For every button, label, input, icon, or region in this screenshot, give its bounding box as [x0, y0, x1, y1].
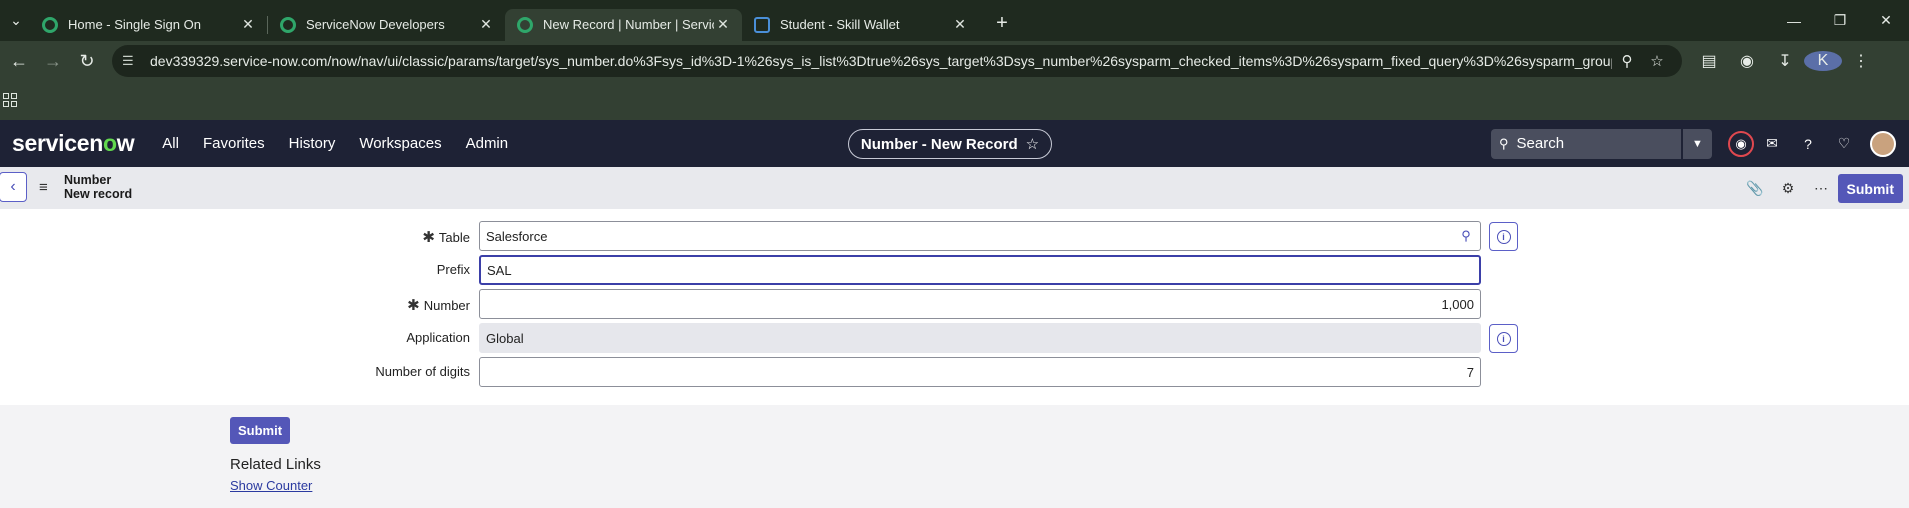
forward-arrow-icon[interactable]: →: [38, 46, 68, 76]
globe-scope-icon[interactable]: ◉: [1728, 130, 1754, 157]
help-icon[interactable]: ?: [1790, 136, 1826, 152]
nav-workspaces[interactable]: Workspaces: [359, 135, 441, 152]
form-title: Number New record: [64, 173, 132, 201]
related-links-heading: Related Links: [230, 456, 321, 473]
zoom-icon[interactable]: ⚲: [1612, 52, 1642, 70]
close-window-icon[interactable]: ✕: [1863, 0, 1909, 41]
field-row-number: ✱ Number 1,000: [0, 289, 1909, 319]
footer-submit-button[interactable]: Submit: [230, 417, 291, 444]
nav-all[interactable]: All: [162, 135, 179, 152]
skill-wallet-favicon-icon: [754, 16, 770, 33]
downloads-icon[interactable]: ↧: [1766, 51, 1804, 71]
tab-title: Home - Single Sign On: [68, 17, 201, 32]
field-row-digits: Number of digits 7: [0, 357, 1909, 387]
tab-search-chevron-icon[interactable]: ⌄: [2, 7, 30, 35]
browser-tab-new-record[interactable]: New Record | Number | ServiceN ✕: [505, 8, 742, 41]
more-options-icon[interactable]: ⋯: [1805, 180, 1838, 197]
browser-tab-developers[interactable]: ServiceNow Developers ✕: [268, 9, 505, 41]
context-title-pill[interactable]: Number - New Record ☆: [848, 129, 1052, 159]
search-icon: ⚲: [1499, 135, 1509, 151]
personalize-form-icon[interactable]: ⚙: [1772, 180, 1805, 197]
required-asterisk-icon: ✱: [407, 297, 420, 314]
form-title-table: Number: [64, 173, 112, 187]
restore-icon[interactable]: ❐: [1817, 0, 1863, 41]
browser-tab-skill-wallet[interactable]: Student - Skill Wallet ✕: [742, 9, 979, 41]
servicenow-favicon-icon: [42, 16, 58, 33]
bookmarks-bar: [0, 81, 1909, 120]
form-header-bar: ‹ ≡ Number New record 📎 ⚙ ⋯ Submit: [0, 167, 1909, 209]
search-placeholder: Search: [1516, 135, 1565, 152]
window-controls: — ❐ ✕: [1771, 0, 1909, 41]
main-nav: All Favorites History Workspaces Admin: [162, 135, 532, 152]
user-avatar[interactable]: [1870, 130, 1896, 157]
application-field: Global: [479, 323, 1481, 353]
required-asterisk-icon: ✱: [422, 229, 435, 246]
servicenow-favicon-icon: [517, 16, 533, 33]
number-field[interactable]: 1,000: [479, 289, 1481, 319]
browser-menu-icon[interactable]: ⋮: [1842, 51, 1880, 71]
form-body: ✱ Table Salesforce ⚲ i Prefix SAL ✱ Number…: [0, 209, 1909, 405]
back-arrow-icon[interactable]: ←: [4, 46, 34, 76]
table-field[interactable]: Salesforce: [479, 221, 1453, 251]
form-title-record: New record: [64, 187, 133, 201]
servicenow-logo[interactable]: servicenow: [12, 130, 135, 157]
digits-field[interactable]: 7: [479, 357, 1481, 387]
url-text[interactable]: dev339329.service-now.com/now/nav/ui/cla…: [150, 53, 1612, 69]
table-reference-info-icon[interactable]: i: [1489, 222, 1518, 251]
application-label: Application: [406, 330, 470, 345]
context-title: Number - New Record: [860, 135, 1018, 153]
chat-icon[interactable]: ✉: [1754, 135, 1790, 152]
table-label: ✱ Table: [422, 229, 470, 246]
close-tab-icon[interactable]: ✕: [239, 16, 257, 33]
application-reference-info-icon[interactable]: i: [1489, 324, 1518, 353]
servicenow-favicon-icon: [280, 16, 296, 33]
media-icon[interactable]: ◉: [1728, 51, 1766, 71]
table-lookup-search-icon[interactable]: ⚲: [1452, 221, 1481, 251]
field-row-table: ✱ Table Salesforce ⚲ i: [0, 221, 1909, 251]
form-menu-icon[interactable]: ≡: [39, 179, 48, 196]
favorite-star-icon[interactable]: ☆: [1026, 135, 1039, 153]
global-search-input[interactable]: ⚲ Search: [1491, 128, 1681, 159]
browser-tab-sso[interactable]: Home - Single Sign On ✕: [30, 9, 267, 41]
close-tab-icon[interactable]: ✕: [477, 16, 495, 33]
servicenow-header: servicenow All Favorites History Workspa…: [0, 120, 1909, 167]
new-tab-plus-icon[interactable]: +: [987, 12, 1017, 35]
nav-favorites[interactable]: Favorites: [203, 135, 265, 152]
bookmark-star-icon[interactable]: ☆: [1642, 52, 1672, 70]
apps-grid-icon[interactable]: [3, 93, 17, 107]
prefix-label: Prefix: [436, 262, 470, 277]
browser-toolbar: ← → ↻ ☰ dev339329.service-now.com/now/na…: [0, 41, 1909, 81]
field-row-application: Application Global i: [0, 323, 1909, 353]
digits-label: Number of digits: [375, 364, 470, 379]
field-row-prefix: Prefix SAL: [0, 255, 1909, 285]
tab-title: Student - Skill Wallet: [780, 17, 900, 32]
browser-tab-strip: ⌄ Home - Single Sign On ✕ ServiceNow Dev…: [0, 0, 1909, 41]
tab-title: ServiceNow Developers: [306, 17, 445, 32]
tab-title: New Record | Number | ServiceN: [543, 17, 714, 32]
prefix-field[interactable]: SAL: [479, 255, 1481, 285]
close-tab-icon[interactable]: ✕: [951, 16, 969, 33]
address-bar[interactable]: ☰ dev339329.service-now.com/now/nav/ui/c…: [112, 45, 1682, 77]
profile-avatar[interactable]: K: [1804, 51, 1842, 71]
attachment-paperclip-icon[interactable]: 📎: [1739, 180, 1772, 197]
number-label: ✱ Number: [407, 297, 470, 314]
close-tab-icon[interactable]: ✕: [714, 16, 732, 33]
header-submit-button[interactable]: Submit: [1837, 174, 1903, 203]
back-button[interactable]: ‹: [0, 172, 27, 202]
site-settings-icon[interactable]: ☰: [122, 53, 144, 69]
extensions-icon[interactable]: ▤: [1690, 51, 1728, 71]
minimize-icon[interactable]: —: [1771, 0, 1817, 41]
search-scope-dropdown[interactable]: ▼: [1682, 128, 1712, 159]
nav-history[interactable]: History: [289, 135, 336, 152]
reload-icon[interactable]: ↻: [72, 46, 102, 76]
show-counter-link[interactable]: Show Counter: [230, 478, 312, 493]
notifications-bell-icon[interactable]: ♡: [1826, 135, 1862, 152]
nav-admin[interactable]: Admin: [466, 135, 509, 152]
